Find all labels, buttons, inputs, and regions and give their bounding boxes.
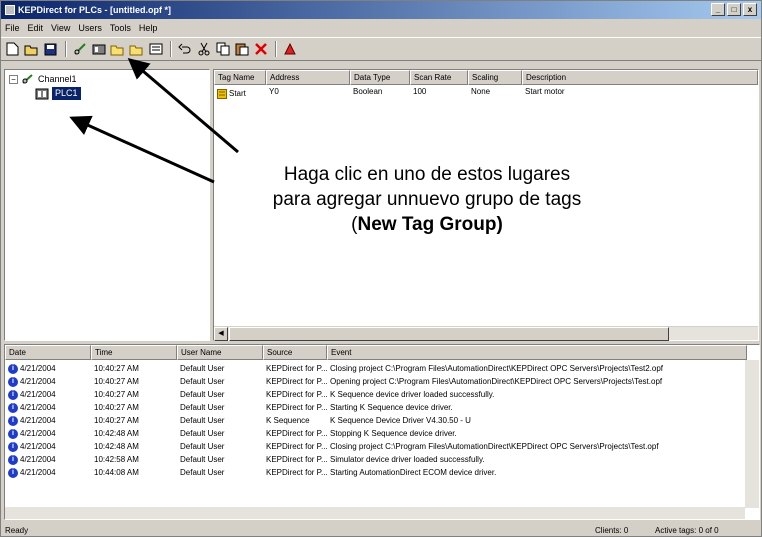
annotation-arrows — [69, 58, 239, 184]
arrow-to-toolbar-icon — [127, 58, 239, 154]
arrow-to-device-node — [69, 115, 215, 184]
